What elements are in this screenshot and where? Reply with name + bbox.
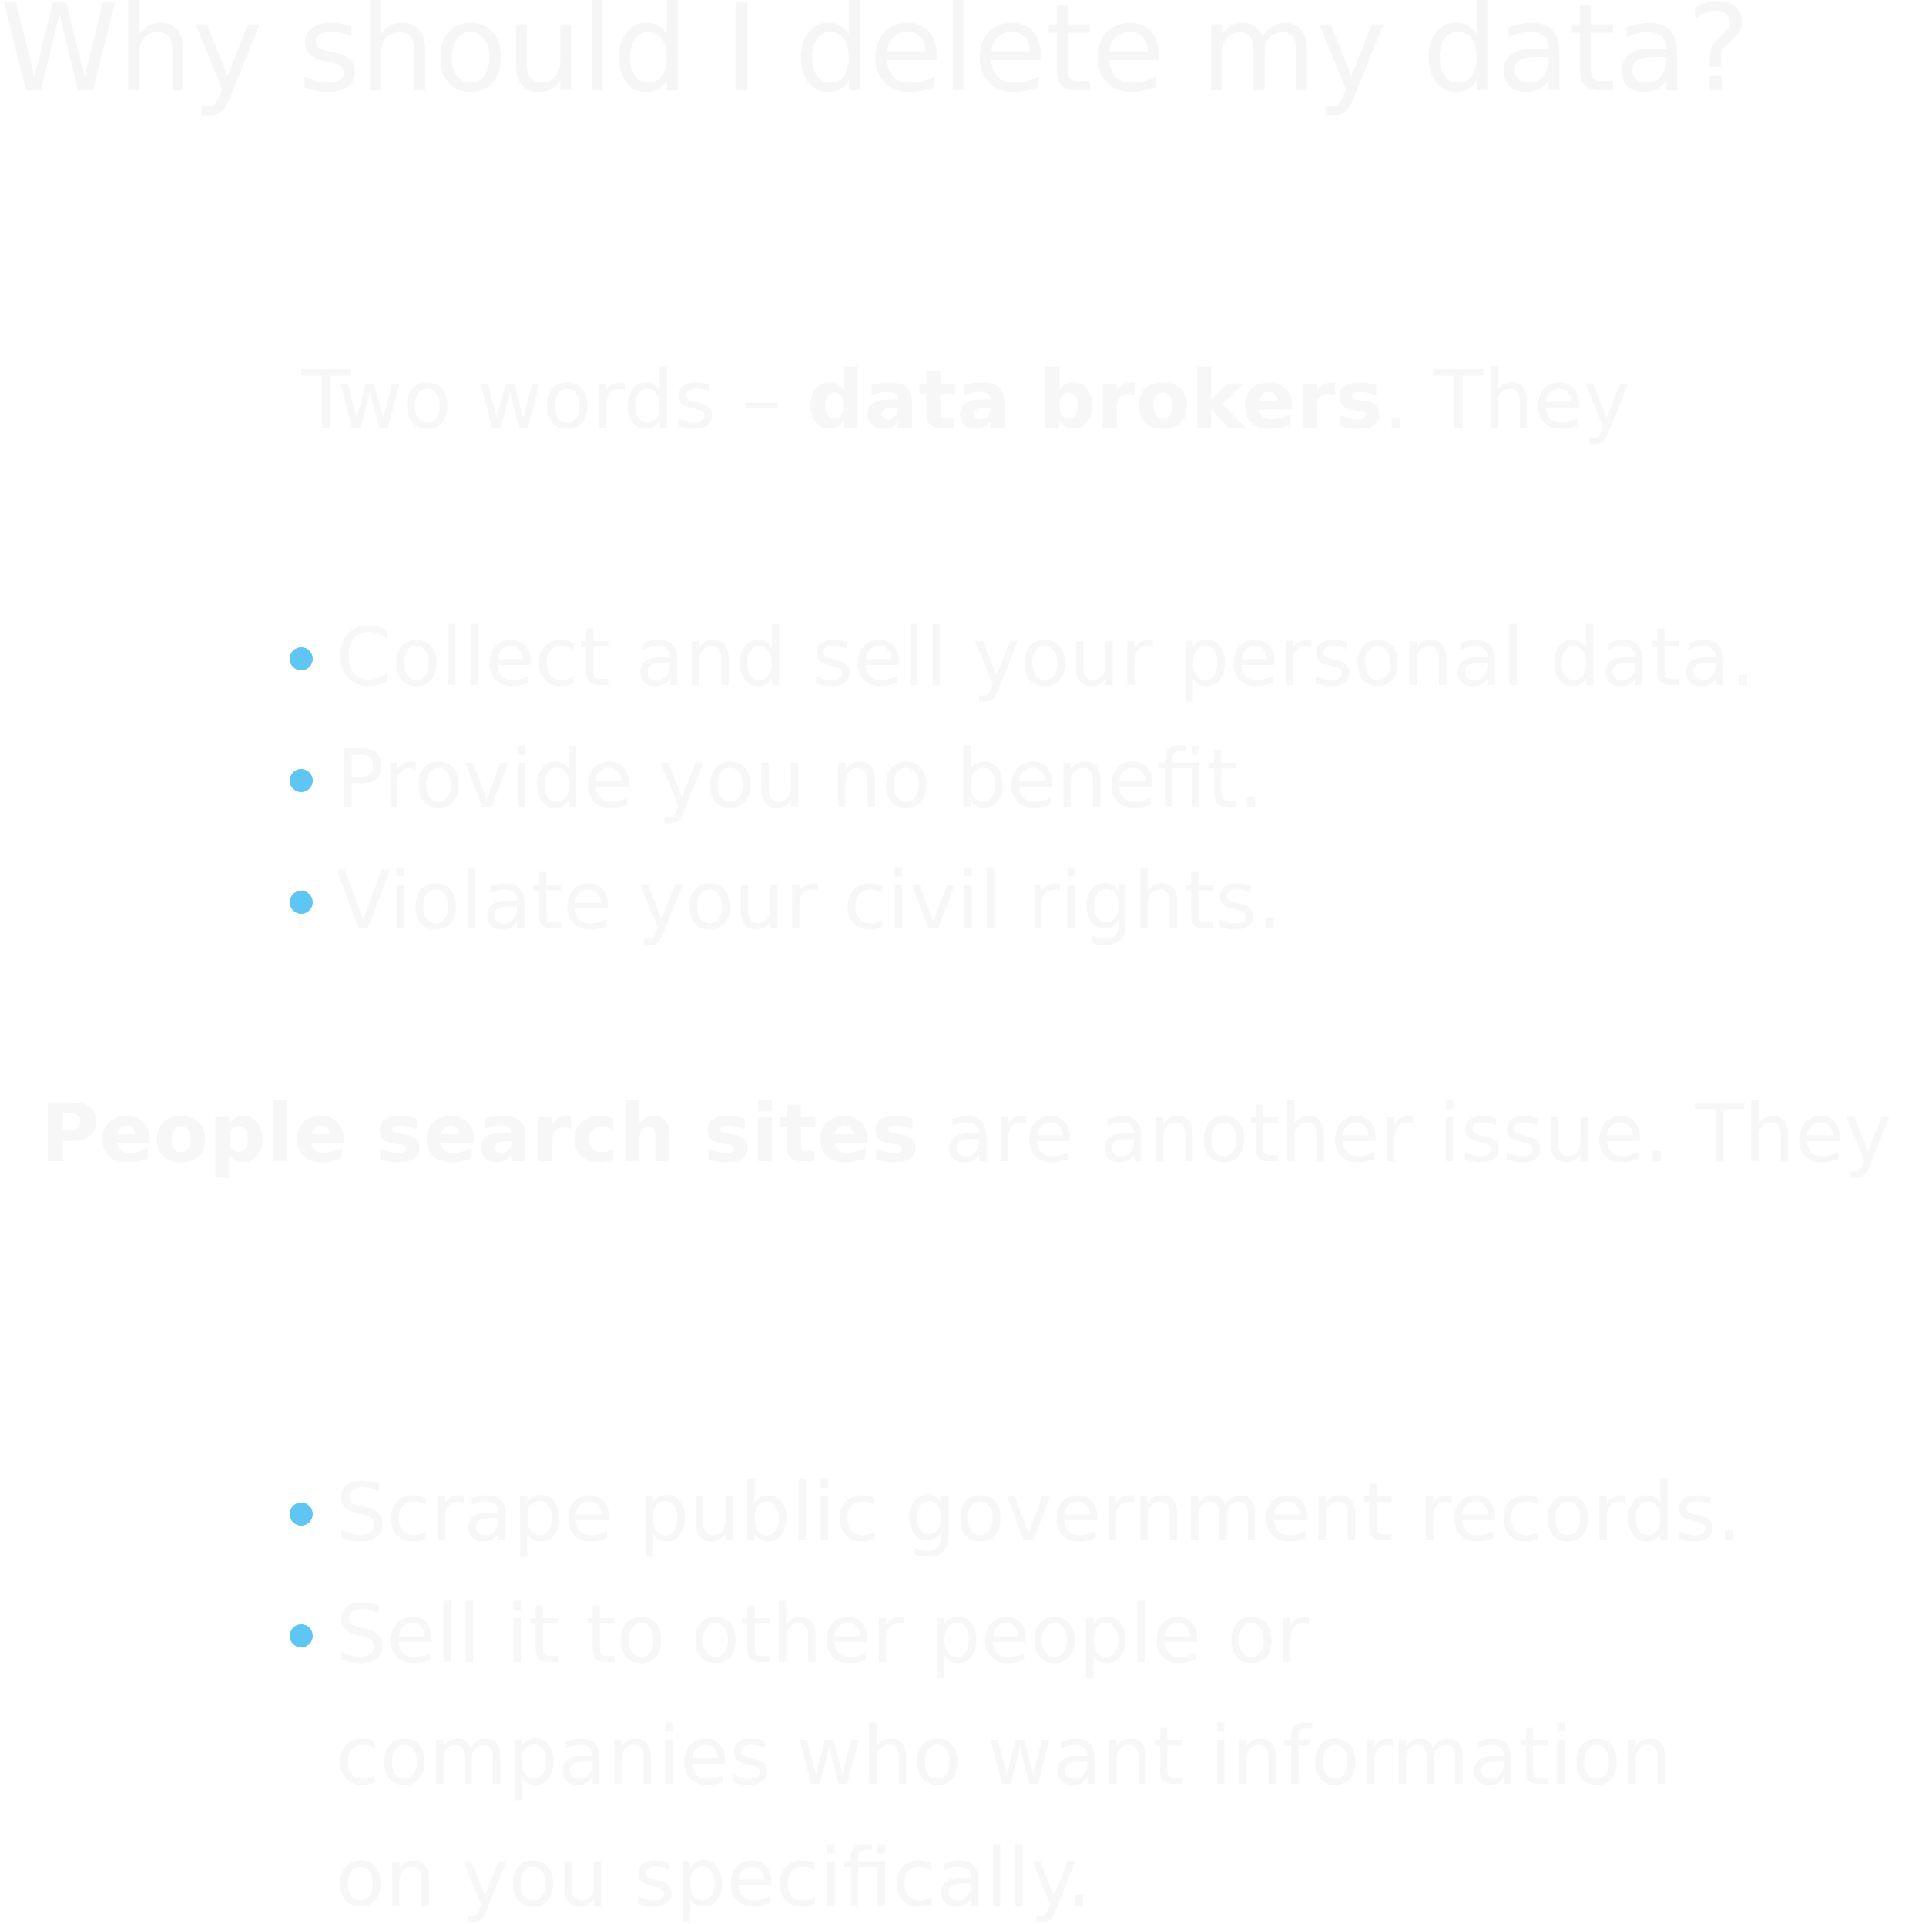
bullet-icon [290, 647, 313, 670]
data-brokers-list: Collect and sell your personal data. Pro… [277, 596, 1787, 962]
intro-paragraph-data-brokers: Two words – data brokers. They [0, 339, 1932, 461]
list-item-text: Collect and sell your personal data. [336, 610, 1756, 704]
list-item: Scrape public government records. [277, 1452, 1787, 1573]
list-item-text: Sell it to other people or companies who… [336, 1587, 1672, 1924]
page-title: Why should I delete my data? [0, 0, 1750, 119]
bullet-icon [290, 891, 313, 914]
list-item: Sell it to other people or companies who… [277, 1573, 1692, 1924]
list-item-text: Scrape public government records. [336, 1466, 1742, 1560]
intro-bold-term: data brokers [807, 353, 1384, 447]
list-item: Provide you no benefit. [277, 718, 1787, 840]
bullet-icon [290, 769, 313, 792]
intro-bold-term: People search sites [40, 1086, 920, 1180]
intro-text-end: . They [1383, 353, 1631, 447]
bullet-icon [290, 1624, 313, 1647]
intro-text-end: are another issue. They [919, 1086, 1892, 1180]
page: Why should I delete my data? Two words –… [0, 0, 1932, 1924]
list-item-text: Provide you no benefit. [336, 732, 1264, 826]
list-item: Violate your civil rights. [277, 840, 1787, 962]
people-search-list: Scrape public government records. Sell i… [277, 1452, 1787, 1924]
bullet-icon [290, 1503, 313, 1526]
intro-paragraph-people-search: People search sites are another issue. T… [0, 1073, 1932, 1194]
intro-text: Two words – [301, 353, 807, 447]
list-item-text: Violate your civil rights. [336, 854, 1283, 948]
list-item: Collect and sell your personal data. [277, 596, 1787, 718]
